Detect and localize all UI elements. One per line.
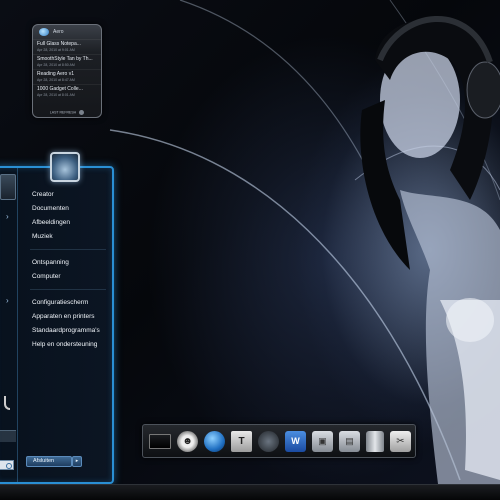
link-devices-printers[interactable]: Apparaten en printers	[26, 310, 110, 324]
gadget-header: Aero	[33, 25, 101, 39]
monitor-icon[interactable]	[149, 433, 171, 449]
feed-title: Reading Aero v1	[37, 71, 74, 77]
globe-icon[interactable]	[204, 430, 225, 452]
feed-reader-gadget[interactable]: Aero Full Glass Notepa... Apr 28, 2010 a…	[32, 24, 102, 118]
all-programs-bar[interactable]	[0, 430, 16, 442]
applications-icon[interactable]: ▤	[339, 430, 360, 452]
search-icon	[6, 463, 12, 469]
link-games[interactable]: Ontspanning	[26, 256, 110, 270]
taskbar[interactable]	[0, 484, 500, 500]
feed-date: Apr 28, 2010 at 8:50 AM	[37, 63, 75, 67]
link-control-panel[interactable]: Configuratiescherm	[26, 296, 110, 310]
word-icon[interactable]: W	[285, 430, 306, 452]
feed-date: Apr 28, 2010 at 8:47 AM	[37, 78, 75, 82]
dock: ☻ T W ▣ ▤ ✂	[142, 424, 416, 458]
shutdown-button[interactable]: Afsluiten	[26, 456, 72, 467]
submenu-arrow-icon[interactable]: ›	[6, 212, 9, 221]
gadget-title: Aero	[53, 29, 64, 35]
link-creator[interactable]: Creator	[26, 188, 110, 202]
link-default-programs[interactable]: Standaardprogramma's	[26, 324, 110, 338]
refresh-icon[interactable]	[79, 110, 85, 115]
user-picture[interactable]	[50, 152, 80, 182]
link-documents[interactable]: Documenten	[26, 202, 110, 216]
feed-title: 1000 Gadget Colle...	[37, 86, 83, 92]
last-refresh-label: LAST REFRESH	[49, 110, 77, 115]
all-programs-arrow-icon[interactable]	[4, 396, 10, 410]
trash-icon[interactable]	[366, 430, 384, 452]
programs-pane: › ›	[0, 168, 18, 482]
gadget-footer: LAST REFRESH	[33, 110, 101, 115]
search-input[interactable]	[0, 460, 14, 470]
shutdown-options-button[interactable]: ▸	[72, 456, 82, 467]
menu-divider	[30, 244, 106, 250]
start-menu: › › Creator Documenten Afbeeldingen Muzi…	[0, 152, 114, 484]
smiley-icon[interactable]: ☻	[177, 430, 198, 452]
feed-item[interactable]: Reading Aero v1 Apr 28, 2010 at 8:47 AM	[33, 69, 101, 84]
feed-item[interactable]: Full Glass Notepa... Apr 28, 2010 at 9:0…	[33, 39, 101, 54]
menu-divider	[30, 284, 106, 290]
start-menu-right-pane: Creator Documenten Afbeeldingen Muziek O…	[26, 188, 110, 352]
feed-date: Apr 28, 2010 at 9:01 AM	[37, 48, 75, 52]
feed-date: Apr 28, 2010 at 8:01 AM	[37, 93, 75, 97]
link-help-support[interactable]: Help en ondersteuning	[26, 338, 110, 352]
feed-item[interactable]: 1000 Gadget Colle... Apr 28, 2010 at 8:0…	[33, 84, 101, 99]
pinned-program[interactable]	[0, 174, 16, 200]
microphone-icon[interactable]	[258, 430, 279, 452]
link-music[interactable]: Muziek	[26, 230, 110, 244]
document-icon[interactable]: T	[231, 430, 252, 452]
feed-title: Full Glass Notepa...	[37, 41, 81, 47]
aero-logo-icon	[39, 28, 49, 36]
link-computer[interactable]: Computer	[26, 270, 110, 284]
feed-item[interactable]: SmoothStyle Tan by Th... Apr 28, 2010 at…	[33, 54, 101, 69]
tools-icon[interactable]: ✂	[390, 430, 411, 452]
link-pictures[interactable]: Afbeeldingen	[26, 216, 110, 230]
photoshop-icon[interactable]: ▣	[312, 430, 333, 452]
submenu-arrow-icon[interactable]: ›	[6, 296, 9, 305]
feed-title: SmoothStyle Tan by Th...	[37, 56, 93, 62]
